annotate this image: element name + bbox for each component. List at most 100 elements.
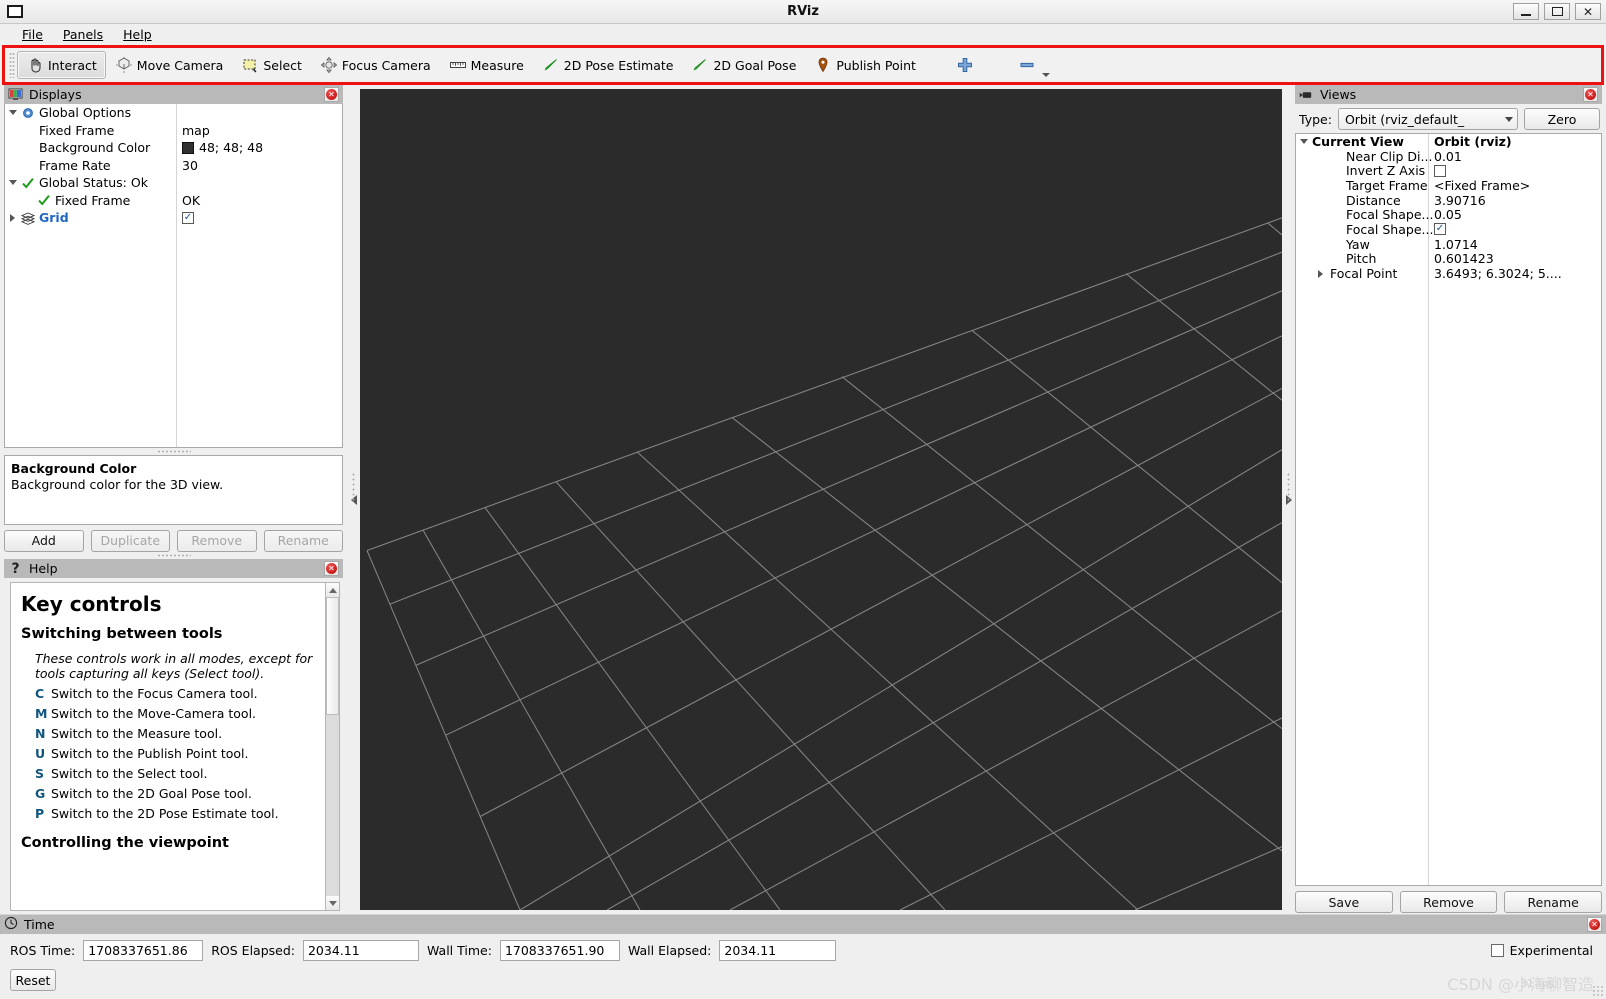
tool-focus-camera[interactable]: Focus Camera [311,51,440,79]
displays-close-button[interactable]: ✕ [324,87,339,102]
tree-row[interactable]: Global Status: Ok [5,174,176,192]
views-row-value[interactable]: 0.05 [1429,207,1601,222]
wall-time-input[interactable]: 1708337651.90 [500,940,620,961]
tool-focus-camera-label: Focus Camera [342,58,431,73]
views-row[interactable]: Focal Shape... [1296,207,1428,222]
views-row[interactable]: Pitch [1296,252,1428,267]
views-row-value[interactable]: 3.90716 [1429,193,1601,208]
views-row-value[interactable]: 1.0714 [1429,237,1601,252]
tree-row[interactable]: Global Options [5,104,176,122]
main-body: Displays ✕ Global Options Fixed Frame [0,85,1606,914]
invert-z-axis-checkbox[interactable] [1434,165,1446,177]
close-button[interactable]: ✕ [1575,3,1601,20]
tree-value[interactable]: map [177,122,342,140]
wall-elapsed-input[interactable]: 2034.11 [719,940,836,961]
window-buttons: ✕ [1513,3,1601,20]
displays-tree[interactable]: Global Options Fixed Frame Background Co… [4,104,343,448]
chevron-down-icon[interactable] [1042,73,1050,77]
tool-interact[interactable]: Interact [17,51,106,79]
menu-help[interactable]: Help [113,26,162,43]
tree-value[interactable]: 30 [177,157,342,175]
add-button[interactable]: Add [4,530,84,552]
tree-row[interactable]: Fixed Frame [5,192,176,210]
tool-move-camera-label: Move Camera [137,58,224,73]
view-type-combobox[interactable]: Orbit (rviz_default_ [1338,108,1518,130]
help-close-button[interactable]: ✕ [324,561,339,576]
time-close-button[interactable]: ✕ [1587,917,1602,932]
views-row[interactable]: Distance [1296,193,1428,208]
views-row[interactable]: Invert Z Axis [1296,163,1428,178]
views-row[interactable]: Near Clip Di... [1296,149,1428,164]
toolbar-drag-handle[interactable] [9,52,15,78]
views-row-value[interactable]: ✓ [1429,222,1601,237]
views-row[interactable]: Focal Point [1296,266,1428,281]
views-row-value[interactable]: 0.601423 [1429,252,1601,267]
scrollbar-track[interactable] [326,715,339,896]
views-row-value[interactable]: 3.6493; 6.3024; 5.... [1429,266,1601,281]
rename-button[interactable]: Rename [264,530,344,552]
help-key-text: Switch to the Publish Point tool. [51,746,249,762]
expander-down-icon[interactable] [5,110,20,115]
rename-view-button[interactable]: Rename [1504,891,1602,913]
views-tree[interactable]: Current View Near Clip Di... Invert Z Ax… [1295,133,1602,886]
scroll-up-button[interactable] [326,583,339,597]
tree-row[interactable]: Background Color [5,139,176,157]
views-row[interactable]: Yaw [1296,237,1428,252]
tree-row[interactable]: Grid [5,209,176,227]
views-row-value[interactable]: 0.01 [1429,149,1601,164]
right-collapse-handle[interactable] [1282,85,1295,914]
expander-right-icon[interactable] [5,214,20,222]
description-box: Background Color Background color for th… [4,455,343,525]
tool-2d-pose-estimate[interactable]: 2D Pose Estimate [533,51,683,79]
remove-view-button[interactable]: Remove [1400,891,1498,913]
views-row-value[interactable]: <Fixed Frame> [1429,178,1601,193]
tool-select[interactable]: Select [232,51,311,79]
save-view-button[interactable]: Save [1295,891,1393,913]
left-collapse-handle[interactable] [347,85,360,914]
tool-remove[interactable] [1009,51,1049,79]
menu-file[interactable]: File [12,26,53,43]
views-close-button[interactable]: ✕ [1583,87,1598,102]
views-row[interactable]: Focal Shape... [1296,222,1428,237]
maximize-button[interactable] [1544,3,1570,20]
views-row-value[interactable] [1429,163,1601,178]
minimize-button[interactable] [1513,3,1539,20]
views-row[interactable]: Current View [1296,134,1428,149]
scroll-down-button[interactable] [326,896,339,910]
ros-elapsed-input[interactable]: 2034.11 [303,940,419,961]
tree-value[interactable]: ✓ [177,209,342,227]
render-viewport-3d[interactable] [360,89,1282,910]
tool-measure[interactable]: Measure [440,51,533,79]
ros-time-input[interactable]: 1708337651.86 [83,940,203,961]
expander-down-icon[interactable] [1296,139,1312,144]
focal-shape-fixed-size-checkbox[interactable]: ✓ [1434,223,1446,235]
help-scrollbar[interactable] [326,582,340,911]
ros-time-label: ROS Time: [10,943,75,958]
expander-right-icon[interactable] [1312,270,1328,278]
help-key-text: Switch to the Move-Camera tool. [51,706,256,722]
tool-2d-goal-pose[interactable]: 2D Goal Pose [682,51,805,79]
zero-button[interactable]: Zero [1524,108,1600,130]
help-splitter[interactable] [4,552,343,559]
duplicate-button[interactable]: Duplicate [91,530,171,552]
green-arrow-icon [691,56,709,74]
views-row-label: Invert Z Axis [1312,163,1425,178]
views-row[interactable]: Target Frame [1296,178,1428,193]
help-key: G [35,786,51,802]
remove-button[interactable]: Remove [177,530,257,552]
tree-row[interactable]: Frame Rate [5,157,176,175]
tree-row[interactable]: Fixed Frame [5,122,176,140]
tree-value[interactable]: 48; 48; 48 [177,139,342,157]
experimental-checkbox[interactable] [1491,944,1504,957]
tool-move-camera[interactable]: Move Camera [106,51,233,79]
menu-panels[interactable]: Panels [53,26,113,43]
tool-add[interactable] [947,51,987,79]
maximize-icon [1552,7,1563,16]
expander-down-icon[interactable] [5,180,20,185]
reset-button[interactable]: Reset [10,969,56,991]
tool-publish-point[interactable]: Publish Point [805,51,925,79]
scrollbar-thumb[interactable] [326,597,339,715]
displays-splitter[interactable] [4,448,343,455]
grid-enabled-checkbox[interactable]: ✓ [182,212,194,224]
experimental-toggle[interactable]: Experimental [1491,943,1598,958]
